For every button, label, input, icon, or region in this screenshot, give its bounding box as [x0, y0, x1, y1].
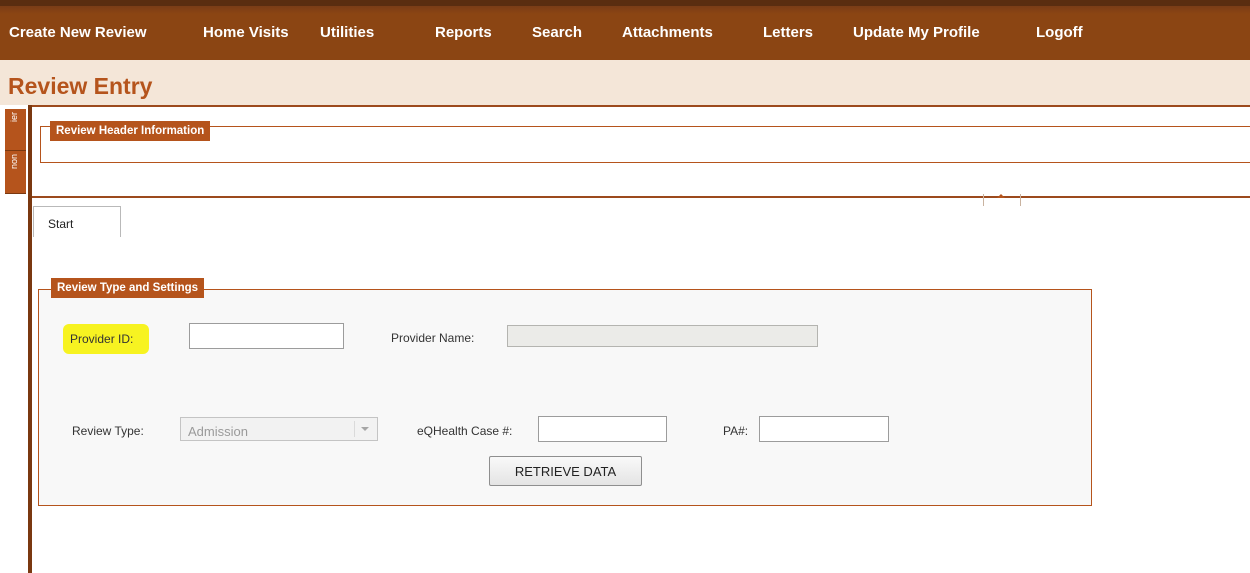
nav-create-new-review[interactable]: Create New Review — [9, 24, 147, 41]
review-type-label: Review Type: — [72, 424, 144, 438]
nav-utilities[interactable]: Utilities — [320, 24, 374, 41]
nav-attachments[interactable]: Attachments — [622, 24, 713, 41]
eqhealth-case-label: eQHealth Case #: — [417, 424, 513, 438]
side-tab-1-label: ier — [9, 112, 19, 123]
pa-number-label: PA#: — [723, 424, 749, 438]
review-settings-legend: Review Type and Settings — [51, 278, 205, 298]
review-header-fieldset — [40, 126, 1250, 163]
provider-id-label: Provider ID: — [70, 332, 134, 346]
provider-id-input[interactable] — [189, 323, 344, 349]
nav-update-my-profile[interactable]: Update My Profile — [853, 24, 980, 41]
review-type-value: Admission — [188, 424, 248, 439]
tab-start-label: Start — [48, 217, 74, 231]
panel-splitter-handle[interactable] — [983, 194, 1021, 206]
eqhealth-case-input[interactable] — [538, 416, 667, 442]
side-tab-2-label: non — [9, 154, 19, 170]
nav-home-visits[interactable]: Home Visits — [203, 24, 289, 41]
review-type-select[interactable]: Admission — [180, 417, 378, 441]
nav-letters[interactable]: Letters — [763, 24, 813, 41]
nav-search[interactable]: Search — [532, 24, 582, 41]
review-header-legend: Review Header Information — [50, 121, 211, 141]
pa-number-input[interactable] — [759, 416, 889, 442]
select-separator — [354, 421, 355, 437]
nav-logoff[interactable]: Logoff — [1036, 24, 1083, 41]
side-tab-1[interactable]: ier — [5, 109, 26, 151]
provider-id-label-highlight: Provider ID: — [63, 324, 149, 354]
chevron-down-icon — [361, 427, 369, 431]
title-bar: Review Entry — [0, 60, 1250, 105]
provider-name-field — [507, 325, 818, 347]
nav-reports[interactable]: Reports — [435, 24, 492, 41]
page-title: Review Entry — [8, 73, 153, 99]
tab-start[interactable]: Start — [33, 206, 121, 237]
side-tab-2[interactable]: non — [5, 151, 26, 194]
retrieve-data-button[interactable]: RETRIEVE DATA — [489, 456, 642, 486]
review-header-panel: Review Header Information — [32, 105, 1250, 198]
top-nav-bar: Create New Review Home Visits Utilities … — [0, 0, 1250, 60]
provider-name-label: Provider Name: — [391, 331, 475, 345]
